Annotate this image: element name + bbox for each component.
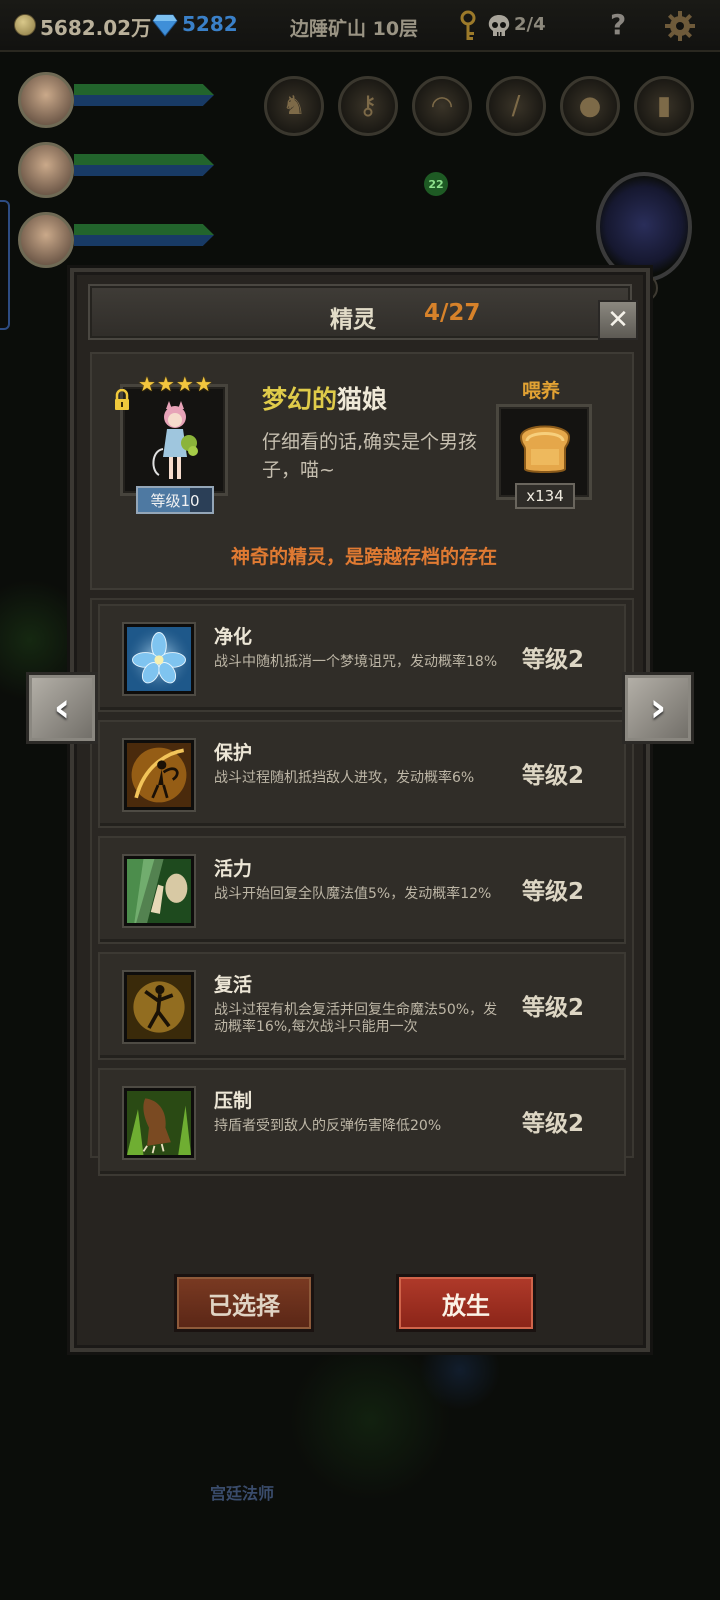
revive-dancer-icon [124, 972, 194, 1042]
catgirl-sprite-image [152, 401, 198, 479]
skill-level: 等级2 [522, 879, 585, 905]
gold-amount: 5682.02万 [40, 16, 152, 40]
sprite-portrait[interactable] [115, 384, 228, 496]
modal-header: 精灵 4/27 ✕ [88, 284, 638, 340]
hero-portrait-2[interactable] [18, 142, 74, 198]
chevron-right-icon: › [649, 685, 667, 731]
skill-name: 活力 [214, 858, 253, 880]
hero-status-bar [74, 224, 214, 246]
side-tab[interactable] [0, 200, 10, 330]
bread-icon [519, 425, 571, 473]
equip-slot-helmet[interactable]: ♞ [264, 76, 324, 136]
skill-name: 保护 [214, 742, 253, 764]
diamond-icon [152, 14, 178, 37]
flute-icon: ∕ [511, 91, 521, 121]
beast-claw-icon [124, 1088, 194, 1158]
hero-status-bar [74, 154, 214, 176]
gear-icon[interactable] [664, 10, 696, 42]
lock-icon [115, 389, 129, 410]
gem-amount: 5282 [182, 12, 238, 36]
skill-row[interactable]: 活力 战斗开始回复全队魔法值5%，发动概率12% 等级2 [98, 836, 626, 944]
skill-row[interactable]: 复活 战斗过程有机会复活并回复生命魔法50%，发动概率16%,每次战斗只能用一次… [98, 952, 626, 1060]
sprite-name: 梦幻的猫娘 [262, 380, 387, 416]
chevron-left-icon: ‹ [53, 685, 71, 731]
coffin-icon: ▮ [656, 91, 672, 121]
guardian-fairy-icon [124, 740, 194, 810]
dungeon-progress: 2/4 [514, 14, 546, 35]
praying-elf-icon [124, 856, 194, 926]
feed-label: 喂养 [522, 380, 561, 402]
skill-level: 等级2 [522, 647, 585, 673]
skill-level: 等级2 [522, 763, 585, 789]
sprite-level-badge: 等级10 [136, 486, 214, 514]
sprite-tagline: 神奇的精灵，是跨越存档的存在 [230, 546, 497, 568]
location-label: 边陲矿山 10层 [290, 18, 419, 40]
key-item-icon: ⚷ [358, 91, 378, 121]
prev-sprite-button[interactable]: ‹ [26, 672, 98, 744]
skill-description: 持盾者受到敌人的反弹伤害降低20% [214, 1118, 442, 1134]
next-sprite-button[interactable]: › [622, 672, 694, 744]
skill-level: 等级2 [522, 995, 585, 1021]
key-icon [460, 10, 476, 40]
skill-row[interactable]: 保护 战斗过程随机抵挡敌人进攻，发动概率6% 等级2 [98, 720, 626, 828]
skill-level: 等级2 [522, 1111, 585, 1137]
help-icon[interactable]: ? [610, 8, 626, 41]
skills-panel: 净化 战斗中随机抵消一个梦境诅咒，发动概率18% 等级2 保护 战斗过程随机抵挡… [90, 598, 634, 1176]
equip-slot-horn[interactable]: ◠ [412, 76, 472, 136]
skill-name: 净化 [214, 626, 253, 648]
equip-slot-pot[interactable]: ● [560, 76, 620, 136]
close-button[interactable]: ✕ [598, 300, 638, 340]
skill-description: 战斗过程有机会复活并回复生命魔法50%，发动概率16%,每次战斗只能用一次 [214, 1002, 498, 1035]
pot-icon: ● [578, 91, 602, 121]
equip-slot-coffin[interactable]: ▮ [634, 76, 694, 136]
court-mage-label: 宫廷法师 [210, 1484, 275, 1503]
skill-name: 复活 [214, 974, 253, 996]
sprite-detail-panel: ★★★★ 等级10 梦幻的猫娘 仔细看的话,确实是个男孩子，喵~ 喂养 x134… [90, 352, 634, 590]
sprite-description: 仔细看的话,确实是个男孩子，喵~ [262, 431, 478, 481]
skill-name: 压制 [214, 1090, 253, 1112]
sprite-count: 4/27 [424, 300, 481, 326]
count-badge: 22 [424, 172, 448, 196]
equip-slot-flute[interactable]: ∕ [486, 76, 546, 136]
blue-flower-icon [124, 624, 194, 694]
skill-description: 战斗中随机抵消一个梦境诅咒，发动概率18% [214, 654, 498, 670]
hero-portrait-3[interactable] [18, 212, 74, 268]
equip-slot-key[interactable]: ⚷ [338, 76, 398, 136]
selected-button[interactable]: 已选择 [174, 1274, 314, 1332]
sprite-modal: 精灵 4/27 ✕ ★★★★ 等级10 梦幻的猫娘 仔细看的话,确实是个男孩子，… [70, 268, 650, 1352]
skill-description: 战斗开始回复全队魔法值5%，发动概率12% [214, 886, 492, 902]
skill-description: 战斗过程随机抵挡敌人进攻，发动概率6% [214, 770, 475, 786]
coin-icon [14, 14, 36, 36]
hero-status-bar [74, 84, 214, 106]
skill-row[interactable]: 压制 持盾者受到敌人的反弹伤害降低20% 等级2 [98, 1068, 626, 1176]
helmet-icon: ♞ [282, 91, 306, 121]
feed-button[interactable]: x134 [496, 404, 592, 509]
top-bar: 5682.02万 5282 边陲矿山 10层 2/4 ? [0, 0, 720, 52]
modal-title: 精灵 [330, 307, 376, 333]
close-icon: ✕ [607, 305, 629, 335]
feed-item-count: x134 [515, 483, 575, 509]
sprite-medallion[interactable] [596, 172, 692, 282]
horn-icon: ◠ [430, 91, 454, 121]
rarity-stars: ★★★★ [138, 372, 214, 396]
hero-portrait-1[interactable] [18, 72, 74, 128]
sprite-name-prefix: 梦幻的 [262, 385, 338, 414]
skill-row[interactable]: 净化 战斗中随机抵消一个梦境诅咒，发动概率18% 等级2 [98, 604, 626, 712]
release-button[interactable]: 放生 [396, 1274, 536, 1332]
sprite-name-suffix: 猫娘 [337, 385, 388, 414]
skull-icon [488, 15, 510, 36]
